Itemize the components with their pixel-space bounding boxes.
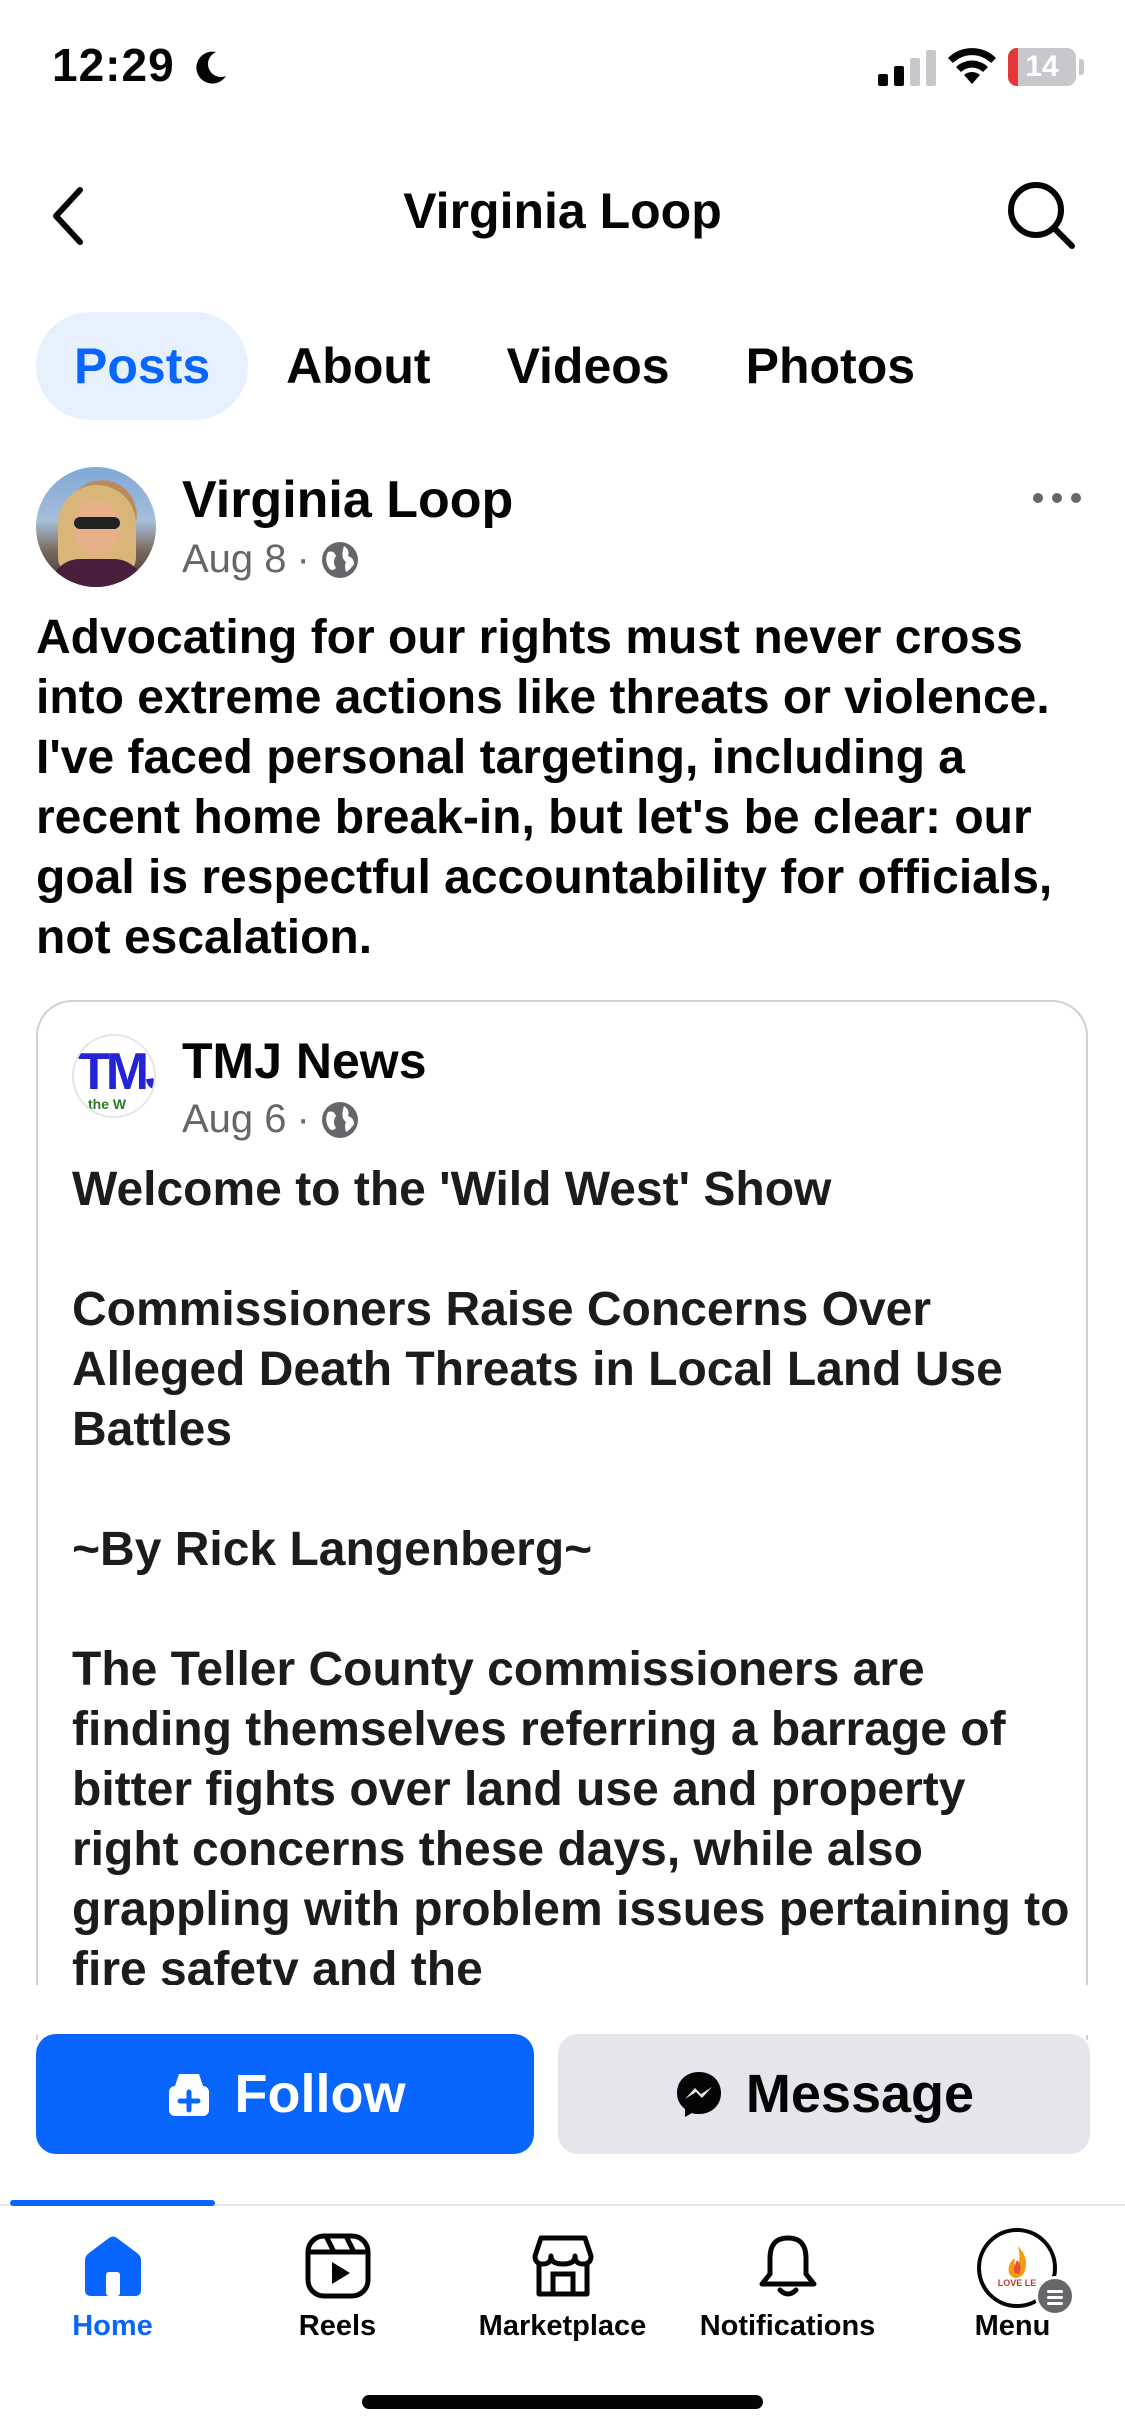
marketplace-icon [532, 2235, 594, 2297]
nav-marketplace[interactable]: Marketplace [450, 2210, 675, 2350]
follow-button[interactable]: Follow [36, 2034, 534, 2154]
flame-icon [1008, 2246, 1027, 2278]
nav-notifications[interactable]: Notifications [675, 2210, 900, 2350]
shared-paragraph: Welcome to the 'Wild West' Show [72, 1163, 832, 1216]
page-title: Virginia Loop [403, 183, 722, 239]
battery-percent: 14 [1025, 50, 1059, 83]
tab-posts[interactable]: Posts [36, 312, 249, 420]
battery-icon: 14 [1008, 48, 1076, 86]
tab-videos[interactable]: Videos [469, 312, 708, 420]
messenger-icon [676, 2072, 721, 2117]
globe-icon [321, 1101, 358, 1138]
more-options-icon[interactable] [1030, 478, 1084, 518]
follow-label: Follow [234, 2064, 406, 2124]
tab-photos[interactable]: Photos [708, 312, 953, 420]
page-header: Virginia Loop [0, 160, 1125, 270]
avatar-sunglasses [74, 517, 120, 529]
moon-icon [196, 51, 226, 84]
signal-icon [878, 50, 936, 86]
wifi-icon [948, 48, 996, 84]
shared-post-card[interactable]: TMJ the W TMJ News Aug 6 · Welcome to th… [36, 1000, 1088, 2040]
nav-label: Reels [298, 2310, 377, 2342]
search-icon[interactable] [1000, 174, 1080, 254]
post-meta: Aug 8 · [182, 537, 360, 582]
nav-label: Notifications [699, 2310, 876, 2342]
follow-page-icon [168, 2074, 209, 2116]
tab-about[interactable]: About [248, 312, 468, 420]
bottom-nav: Home Reels Marketplace Notifications LOV… [0, 2210, 1125, 2350]
globe-icon [321, 541, 358, 578]
content-clip [0, 1985, 1125, 2035]
battery-tip [1079, 59, 1084, 75]
tmj-news-logo[interactable]: TMJ the W [72, 1034, 156, 1118]
bell-icon [759, 2235, 817, 2297]
message-button[interactable]: Message [558, 2034, 1090, 2154]
status-bar: 12:29 14 [0, 0, 1125, 140]
meta-separator: · [296, 1097, 310, 1141]
reels-icon [305, 2233, 371, 2299]
meta-separator: · [296, 537, 310, 581]
post-date[interactable]: Aug 8 [182, 537, 287, 582]
nav-home[interactable]: Home [0, 2210, 225, 2350]
nav-label: Menu [974, 2310, 1051, 2342]
active-tab-indicator [10, 2200, 215, 2206]
shared-post-meta: Aug 6 · [182, 1097, 360, 1142]
home-indicator [362, 2395, 763, 2409]
post-author-name[interactable]: Virginia Loop [182, 470, 513, 530]
page: 12:29 14 Virginia Loop Posts About Video… [0, 0, 1125, 2436]
status-time: 12:29 [52, 39, 175, 91]
nav-label: Home [72, 2310, 153, 2342]
avatar-shirt [50, 559, 144, 587]
shared-post-date[interactable]: Aug 6 [182, 1097, 287, 1142]
post-text: Advocating for our rights must never cro… [36, 611, 1053, 964]
nav-menu[interactable]: LOVE LE Menu [900, 2210, 1125, 2350]
message-label: Message [745, 2064, 975, 2124]
nav-label: Marketplace [478, 2310, 647, 2342]
shared-paragraph: Commissioners Raise Concerns Over Allege… [72, 1283, 1003, 1456]
profile-tabs: Posts About Videos Photos [36, 312, 953, 420]
shared-post-body: Welcome to the 'Wild West' Show Commissi… [72, 1160, 1072, 2040]
home-icon [85, 2236, 141, 2296]
nav-reels[interactable]: Reels [225, 2210, 450, 2350]
shared-paragraph: ~By Rick Langenberg~ [72, 1523, 593, 1576]
shared-paragraph: The Teller County commissioners are find… [72, 1643, 1070, 1996]
logo-subtext: the W [88, 1096, 127, 1112]
shared-author-name[interactable]: TMJ News [182, 1032, 427, 1090]
logo-letters: TMJ [78, 1043, 154, 1101]
author-avatar[interactable] [36, 467, 156, 587]
